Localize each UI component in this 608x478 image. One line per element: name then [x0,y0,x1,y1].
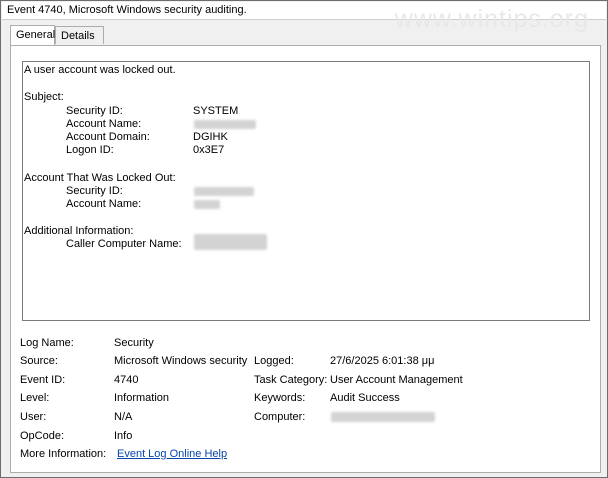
subject-account-domain-label: Account Domain: [66,131,150,143]
log-name-label: Log Name: [20,337,74,349]
redacted-caller-computer-name [194,234,267,250]
subject-account-name-label: Account Name: [66,118,142,130]
computer-label: Computer: [254,411,306,423]
level-label: Level: [20,392,50,404]
general-panel: A user account was locked out. Subject: … [10,45,601,473]
event-id-label: Event ID: [20,374,66,386]
description-intro: A user account was locked out. [24,64,176,76]
logged-label: Logged: [254,355,294,367]
level-value: Information [114,392,170,404]
redacted-computer-value [331,412,435,422]
source-value: Microsoft Windows security [114,355,248,367]
locked-security-id-label: Security ID: [66,185,123,197]
subject-account-domain-value: DGIHK [193,131,228,143]
redacted-account-name [194,120,256,129]
tab-general[interactable]: General [10,25,55,45]
event-id-value: 4740 [114,374,139,386]
locked-out-header: Account That Was Locked Out: [24,172,176,184]
task-category-value: User Account Management [330,374,463,386]
source-label: Source: [20,355,58,367]
redacted-locked-security-id [194,187,254,196]
locked-account-name-label: Account Name: [66,198,142,210]
log-name-value: Security [114,337,154,349]
subject-header: Subject: [24,91,64,103]
event-log-online-help-link[interactable]: Event Log Online Help [117,448,227,460]
keywords-label: Keywords: [254,392,306,404]
tab-details[interactable]: Details [55,26,104,44]
subject-logon-id-value: 0x3E7 [193,144,225,156]
more-information-label: More Information: [20,448,107,460]
user-label: User: [20,411,47,423]
opcode-label: OpCode: [20,430,65,442]
keywords-value: Audit Success [330,392,400,404]
subject-security-id-label: Security ID: [66,105,123,117]
logged-value: 27/6/2025 6:01:38 μμ [330,355,435,367]
watermark: www.wintips.org [394,5,589,33]
event-description-box[interactable]: A user account was locked out. Subject: … [22,61,590,321]
task-category-label: Task Category: [254,374,328,386]
window-title: Event 4740, Microsoft Windows security a… [7,4,247,16]
additional-info-header: Additional Information: [24,225,134,237]
opcode-value: Info [114,430,133,442]
event-properties-window: Event 4740, Microsoft Windows security a… [0,0,608,478]
caller-computer-name-label: Caller Computer Name: [66,238,182,250]
subject-logon-id-label: Logon ID: [66,144,114,156]
user-value: N/A [114,411,133,423]
subject-security-id-value: SYSTEM [193,105,239,117]
redacted-locked-account-name [194,200,220,209]
